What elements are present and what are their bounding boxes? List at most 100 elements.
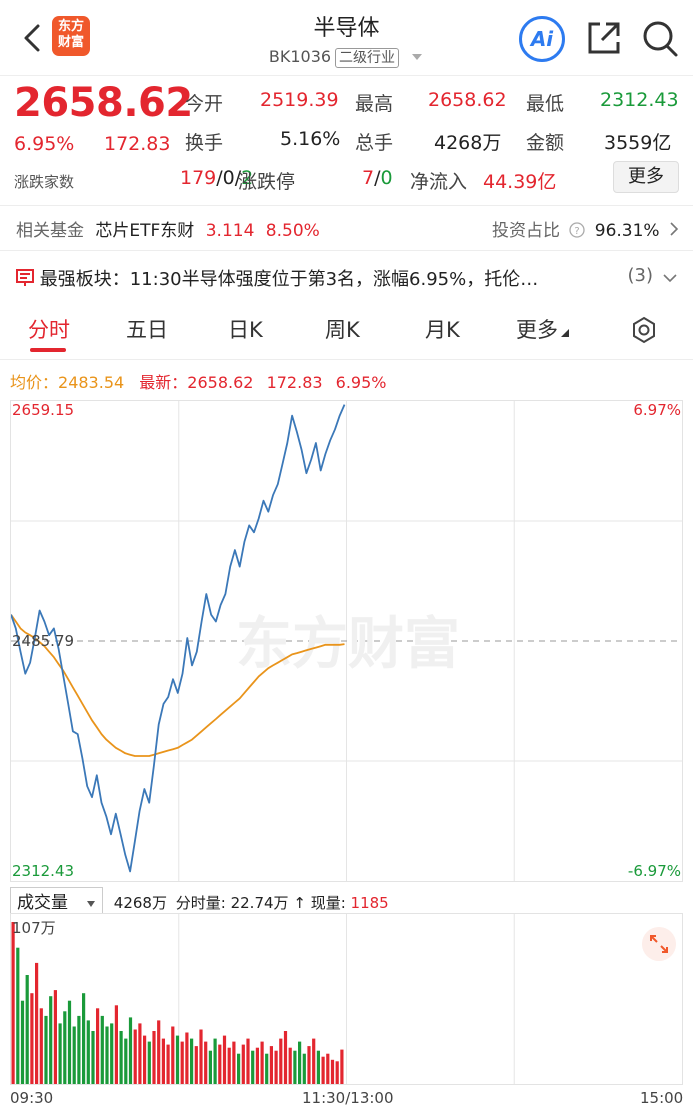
ratio-label: 投资占比 bbox=[491, 221, 560, 241]
share-icon[interactable] bbox=[586, 20, 622, 56]
volume-max-label: 107万 bbox=[12, 919, 56, 937]
open-value: 2519.39 bbox=[260, 89, 339, 111]
volume-bar bbox=[185, 1032, 189, 1084]
low-value: 2312.43 bbox=[600, 89, 679, 111]
volume-bar bbox=[208, 1050, 212, 1084]
header-bar: 东方财富 半导体 BK1036 二级行业 Ai bbox=[0, 0, 693, 76]
volume-bar bbox=[119, 1031, 123, 1084]
volume-indicator-select[interactable]: 成交量 bbox=[10, 887, 103, 914]
volume-bar bbox=[63, 1011, 67, 1084]
price-chart-svg: 东方财富 bbox=[11, 401, 682, 881]
volume-bar bbox=[143, 1035, 147, 1084]
chevron-down-icon[interactable] bbox=[663, 273, 677, 283]
volume-bar bbox=[283, 1031, 288, 1084]
volume-bar bbox=[110, 1023, 114, 1084]
related-fund-row[interactable]: 相关基金 芯片ETF东财 3.114 8.50% bbox=[16, 216, 320, 241]
volume-bar bbox=[114, 1005, 118, 1084]
volume-bar bbox=[30, 993, 34, 1084]
volume-bar bbox=[44, 1015, 48, 1084]
volume-bar bbox=[316, 1050, 320, 1084]
volume-bar bbox=[307, 1046, 311, 1084]
ratio-value: 96.31% bbox=[594, 221, 660, 241]
change-value: 172.83 bbox=[104, 133, 171, 155]
dropdown-arrow-icon[interactable] bbox=[410, 52, 424, 62]
volume-bar bbox=[190, 1038, 194, 1084]
tab-monthly-k[interactable]: 月K bbox=[425, 314, 460, 344]
inflow-label: 净流入 bbox=[410, 171, 468, 193]
time-midday: 11:30/13:00 bbox=[302, 1089, 394, 1107]
divider bbox=[0, 250, 693, 251]
tab-more[interactable]: 更多 bbox=[516, 314, 569, 344]
volume-bar bbox=[175, 1035, 180, 1084]
intraday-chart[interactable]: 东方财富 bbox=[10, 400, 683, 882]
sector-tag[interactable]: 二级行业 bbox=[335, 48, 400, 68]
volume-bar bbox=[96, 1008, 100, 1084]
volume-bar bbox=[105, 1026, 109, 1084]
volume-bar bbox=[326, 1053, 330, 1084]
volume-bar bbox=[58, 1023, 62, 1084]
volume-chart-svg bbox=[11, 914, 515, 1084]
fund-name[interactable]: 芯片ETF东财 bbox=[95, 221, 194, 241]
chevron-right-icon[interactable] bbox=[669, 222, 679, 236]
volume-bar bbox=[16, 947, 20, 1084]
volume-bar bbox=[67, 1000, 72, 1084]
svg-text:?: ? bbox=[575, 226, 580, 237]
time-start: 09:30 bbox=[10, 1089, 54, 1107]
fund-label: 相关基金 bbox=[16, 221, 84, 241]
volume-bar bbox=[147, 1041, 151, 1084]
help-icon[interactable]: ? bbox=[569, 222, 586, 238]
ai-assistant-button[interactable]: Ai bbox=[519, 16, 565, 62]
tab-five-day[interactable]: 五日 bbox=[126, 314, 168, 344]
volume-bar bbox=[241, 1044, 245, 1084]
change-percent: 6.95% bbox=[14, 133, 75, 155]
volume-tick: 22.74万 bbox=[230, 894, 289, 912]
limit-label: 涨跌停 bbox=[238, 171, 296, 193]
divider bbox=[0, 205, 693, 206]
volume-bar bbox=[340, 1049, 344, 1084]
turnover-label: 换手 bbox=[185, 132, 224, 154]
volume-value: 4268万 bbox=[434, 132, 502, 154]
volume-bar bbox=[246, 1038, 250, 1084]
volume-bar bbox=[335, 1061, 339, 1084]
volume-total: 4268万 bbox=[113, 894, 167, 912]
volume-chart[interactable] bbox=[10, 913, 683, 1085]
volume-bar bbox=[166, 1044, 170, 1084]
fund-price: 3.114 bbox=[205, 221, 255, 241]
volume-bar bbox=[124, 1038, 128, 1084]
current-price: 2658.62 bbox=[14, 80, 193, 126]
volume-bar bbox=[288, 1047, 292, 1084]
volume-bar bbox=[157, 1020, 161, 1084]
volume-bar bbox=[86, 1020, 90, 1084]
volume-bar bbox=[298, 1041, 302, 1084]
volume-bar bbox=[152, 1031, 156, 1084]
volume-now: 1185 bbox=[350, 894, 389, 912]
volume-bar bbox=[180, 1041, 184, 1084]
axis-bottom-price: 2312.43 bbox=[12, 862, 75, 880]
strongest-sector-banner[interactable]: 最强板块：11:30半导体强度位于第3名，涨幅6.95%，托伦… (3) bbox=[16, 265, 681, 291]
tab-weekly-k[interactable]: 周K bbox=[325, 314, 360, 344]
volume-bar bbox=[279, 1038, 283, 1084]
volume-bar bbox=[232, 1041, 236, 1084]
volume-bar bbox=[222, 1035, 227, 1084]
volume-bar bbox=[213, 1038, 217, 1084]
divider bbox=[0, 359, 693, 360]
more-button[interactable]: 更多 bbox=[613, 161, 679, 193]
high-value: 2658.62 bbox=[428, 89, 507, 111]
volume-bar bbox=[11, 922, 15, 1084]
expand-icon[interactable] bbox=[642, 927, 676, 961]
tab-intraday[interactable]: 分时 bbox=[28, 314, 70, 344]
investment-ratio-row[interactable]: 投资占比 ? 96.31% bbox=[492, 216, 679, 241]
volume-bar bbox=[330, 1059, 335, 1084]
volume-bar bbox=[161, 1038, 165, 1084]
volume-bar bbox=[49, 996, 53, 1084]
volume-bar bbox=[194, 1046, 198, 1084]
volume-header: 成交量 4268万 分时量: 22.74万 ↑ 现量: 1185 bbox=[10, 887, 389, 914]
search-icon[interactable] bbox=[641, 18, 679, 58]
active-tab-indicator bbox=[30, 348, 66, 352]
volume-bar bbox=[53, 990, 57, 1084]
volume-bar bbox=[255, 1047, 259, 1084]
settings-gear-icon[interactable] bbox=[630, 316, 658, 344]
inflow-value: 44.39亿 bbox=[483, 171, 557, 193]
volume-bar bbox=[171, 1026, 175, 1084]
tab-daily-k[interactable]: 日K bbox=[228, 314, 263, 344]
